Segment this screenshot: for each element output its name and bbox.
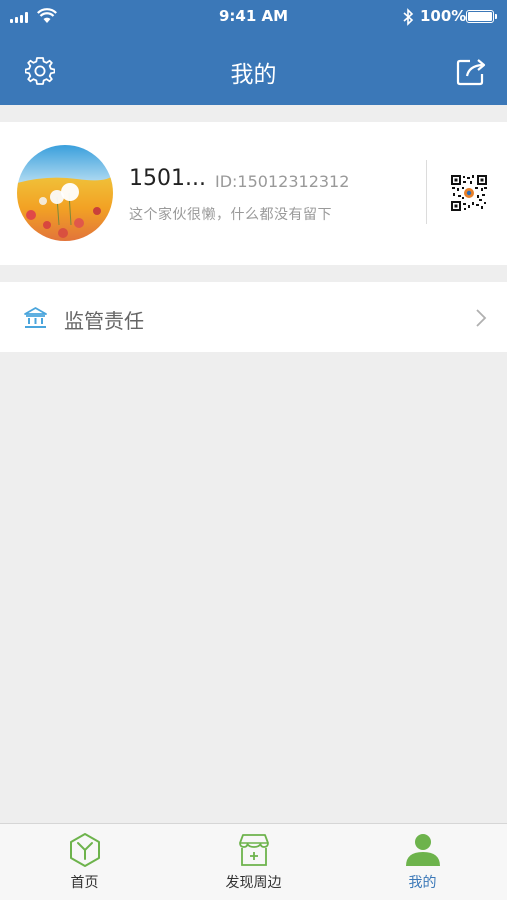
person-icon: [405, 834, 440, 866]
tab-bar: 首页 发现周边 我的: [0, 823, 507, 900]
tab-label: 发现周边: [225, 875, 282, 891]
tab-label: 我的: [408, 875, 437, 891]
app: 9:41 AM 100% 我的 1501... ID:15012312312 这…: [0, 0, 507, 900]
tab-mine[interactable]: 我的: [338, 824, 507, 900]
share-icon[interactable]: [456, 56, 488, 86]
store-icon: [238, 834, 269, 866]
page-title: 我的: [230, 62, 277, 88]
avatar[interactable]: [17, 145, 113, 241]
signature: 这个家伙很懒，什么都没有留下: [129, 207, 332, 223]
battery-icon: [466, 10, 497, 23]
chevron-right-icon: [476, 309, 487, 327]
tab-label: 首页: [70, 875, 99, 891]
header: 9:41 AM 100% 我的: [0, 0, 507, 105]
profile-card[interactable]: 1501... ID:15012312312 这个家伙很懒，什么都没有留下: [0, 122, 507, 265]
battery-percent: 100%: [420, 7, 467, 25]
menu-item-label: 监管责任: [64, 309, 144, 333]
qr-code-icon[interactable]: [451, 175, 487, 211]
bluetooth-icon: [403, 8, 414, 26]
cube-icon: [69, 833, 100, 867]
menu-item-supervision[interactable]: 监管责任: [0, 282, 507, 352]
nickname: 1501...: [129, 166, 206, 191]
status-bar: 9:41 AM 100%: [0, 0, 507, 34]
tab-discover[interactable]: 发现周边: [169, 824, 338, 900]
bank-icon: [24, 307, 47, 328]
tab-home[interactable]: 首页: [0, 824, 169, 900]
user-id: ID:15012312312: [215, 172, 350, 191]
divider: [426, 160, 427, 224]
